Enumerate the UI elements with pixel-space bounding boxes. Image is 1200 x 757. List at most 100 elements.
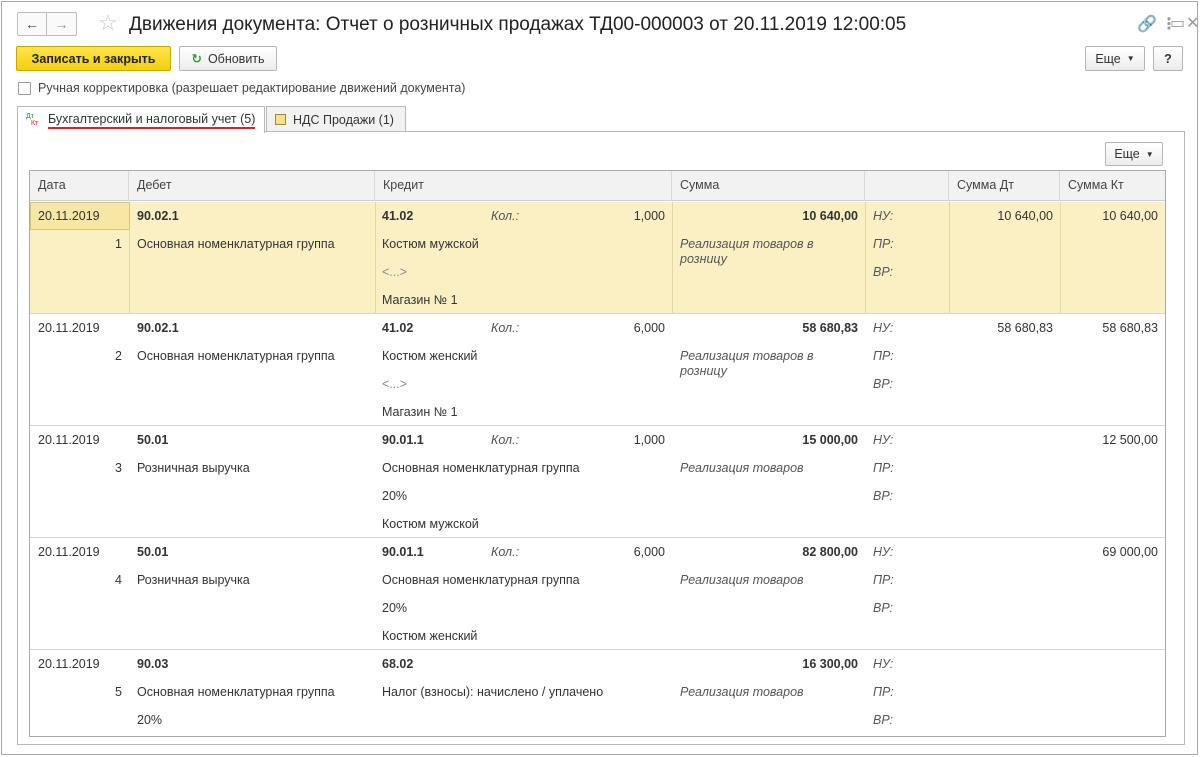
dropdown-icon: ▼	[1126, 54, 1135, 63]
cell-debit-subconto: 20%	[137, 713, 163, 727]
title-bar: ← → ☆ Движения документа: Отчет о рознич…	[2, 2, 1199, 44]
cell-nu-label: НУ:	[873, 209, 894, 223]
cell-qty: 1,000	[633, 433, 665, 447]
cell-line-number: 1	[115, 237, 122, 251]
refresh-button[interactable]: ↻ Обновить	[179, 46, 277, 71]
tab-accounting[interactable]: Дт Кт Бухгалтерский и налоговый учет (5)	[17, 106, 265, 133]
cell-line-number: 3	[115, 461, 122, 475]
cell-nu-label: НУ:	[873, 433, 894, 447]
maximize-icon[interactable]: ▭	[1170, 13, 1185, 33]
cell-debit-account: 90.03	[137, 657, 169, 671]
cell-sum: 10 640,00	[802, 209, 858, 223]
table-row[interactable]: 20.11.2019 5 90.03 68.02 16 300,00 НУ: ПР: ВР: О…	[30, 650, 1165, 736]
cell-credit-subconto: 20%	[382, 601, 408, 615]
cell-vr-label: ВР:	[873, 489, 894, 503]
cell-line-number: 2	[115, 349, 122, 363]
cell-sum-kt: 10 640,00	[1102, 209, 1158, 223]
col-credit[interactable]: Кредит	[375, 171, 672, 201]
col-sum[interactable]: Сумма	[672, 171, 865, 201]
cell-date: 20.11.2019	[38, 657, 100, 671]
cell-credit-subconto: Основная номенклатурная группа	[382, 461, 580, 475]
cell-pr-label: ПР:	[873, 237, 894, 251]
more-button[interactable]: Еще ▼	[1085, 46, 1145, 71]
cell-debit-subconto: Розничная выручка	[137, 573, 250, 587]
panel-more-button[interactable]: Еще ▼	[1105, 142, 1163, 166]
cell-date: 20.11.2019	[38, 545, 100, 559]
more-label: Еще	[1095, 51, 1121, 66]
cell-sum: 58 680,83	[802, 321, 858, 335]
table-row[interactable]: 20.11.2019 1 90.02.1 41.02 Кол.: 1,000 10 640,…	[30, 202, 1165, 314]
cell-qty-label: Кол.:	[491, 433, 520, 447]
cell-credit-subconto: Магазин № 1	[382, 405, 458, 419]
document-movements-window: ← → ☆ Движения документа: Отчет о рознич…	[1, 1, 1199, 755]
forward-button[interactable]: →	[47, 12, 77, 36]
cell-line-number: 4	[115, 573, 122, 587]
cell-vr-label: ВР:	[873, 265, 894, 279]
cell-credit-subconto: Костюм женский	[382, 349, 478, 363]
link-icon[interactable]: 🔗	[1137, 14, 1157, 34]
col-blank[interactable]	[865, 171, 949, 201]
col-debit[interactable]: Дебет	[129, 171, 375, 201]
help-button[interactable]: ?	[1153, 46, 1183, 71]
cell-pr-label: ПР:	[873, 349, 894, 363]
cell-qty-label: Кол.:	[491, 545, 520, 559]
table-row[interactable]: 20.11.2019 4 50.01 90.01.1 Кол.: 6,000 82 800,…	[30, 538, 1165, 650]
register-icon	[275, 114, 286, 125]
save-and-close-button[interactable]: Записать и закрыть	[16, 46, 171, 71]
table-header: Дата Дебет Кредит Сумма Сумма Дт Сумма К…	[30, 171, 1165, 201]
cell-line-number: 5	[115, 685, 122, 699]
cell-credit-subconto: Магазин № 1	[382, 293, 458, 307]
cell-credit-account: 68.02	[382, 657, 414, 671]
command-bar: Записать и закрыть ↻ Обновить Еще ▼ ?	[2, 46, 1197, 74]
favorite-star-icon[interactable]: ☆	[98, 11, 118, 35]
cell-sum: 16 300,00	[802, 657, 858, 671]
refresh-label: Обновить	[207, 51, 265, 66]
movements-table: Дата Дебет Кредит Сумма Сумма Дт Сумма К…	[29, 170, 1166, 737]
column-divider	[1060, 202, 1061, 313]
cell-sum: 82 800,00	[802, 545, 858, 559]
table-row[interactable]: 20.11.2019 2 90.02.1 41.02 Кол.: 6,000 58 680,…	[30, 314, 1165, 426]
dropdown-icon: ▼	[1145, 149, 1154, 159]
manual-correction-label: Ручная корректировка (разрешает редактир…	[38, 81, 466, 95]
cell-pr-label: ПР:	[873, 461, 894, 475]
cell-description: Реализация товаров в розницу	[680, 349, 814, 378]
cell-vr-label: ВР:	[873, 377, 894, 391]
cell-credit-subconto: 20%	[382, 489, 408, 503]
cell-qty: 1,000	[633, 209, 665, 223]
window-title: Движения документа: Отчет о розничных пр…	[129, 14, 907, 35]
cell-credit-account: 41.02	[382, 321, 414, 335]
close-icon[interactable]: ✕	[1186, 13, 1199, 33]
manual-correction-row: Ручная корректировка (разрешает редактир…	[18, 81, 465, 95]
cell-description: Реализация товаров	[680, 461, 804, 475]
tab-vat-sales-label: НДС Продажи (1)	[293, 112, 394, 127]
cell-pr-label: ПР:	[873, 573, 894, 587]
col-sum-kt[interactable]: Сумма Кт	[1060, 171, 1165, 201]
cell-date: 20.11.2019	[38, 209, 100, 223]
cell-credit-account: 90.01.1	[382, 433, 424, 447]
table-row[interactable]: 20.11.2019 3 50.01 90.01.1 Кол.: 1,000 15 000,…	[30, 426, 1165, 538]
cell-sum-dt: 58 680,83	[997, 321, 1053, 335]
cell-debit-account: 90.02.1	[137, 321, 179, 335]
cell-credit-subconto: <...>	[382, 265, 408, 279]
column-divider	[865, 202, 866, 313]
arrow-right-icon: →	[54, 16, 69, 32]
refresh-icon: ↻	[191, 52, 202, 66]
manual-correction-checkbox[interactable]	[18, 81, 31, 95]
cell-credit-subconto: <...>	[382, 377, 408, 391]
cell-credit-subconto: Костюм мужской	[382, 237, 479, 251]
cell-sum: 15 000,00	[802, 433, 858, 447]
tab-vat-sales[interactable]: НДС Продажи (1)	[266, 106, 406, 132]
cell-qty: 6,000	[633, 321, 665, 335]
cell-credit-subconto: Основная номенклатурная группа	[382, 573, 580, 587]
col-sum-dt[interactable]: Сумма Дт	[949, 171, 1060, 201]
cell-qty: 6,000	[633, 545, 665, 559]
cell-debit-account: 50.01	[137, 433, 169, 447]
back-button[interactable]: ←	[17, 12, 47, 36]
cell-description: Реализация товаров	[680, 573, 804, 587]
cell-sum-kt: 58 680,83	[1102, 321, 1158, 335]
tab-panel: Еще ▼ Дата Дебет Кредит Сумма Сумма Дт С…	[17, 131, 1185, 745]
cell-qty-label: Кол.:	[491, 321, 520, 335]
tab-accounting-label: Бухгалтерский и налоговый учет (5)	[48, 112, 256, 129]
dt-kt-icon: Дт Кт	[26, 113, 39, 127]
col-date[interactable]: Дата	[30, 171, 129, 201]
